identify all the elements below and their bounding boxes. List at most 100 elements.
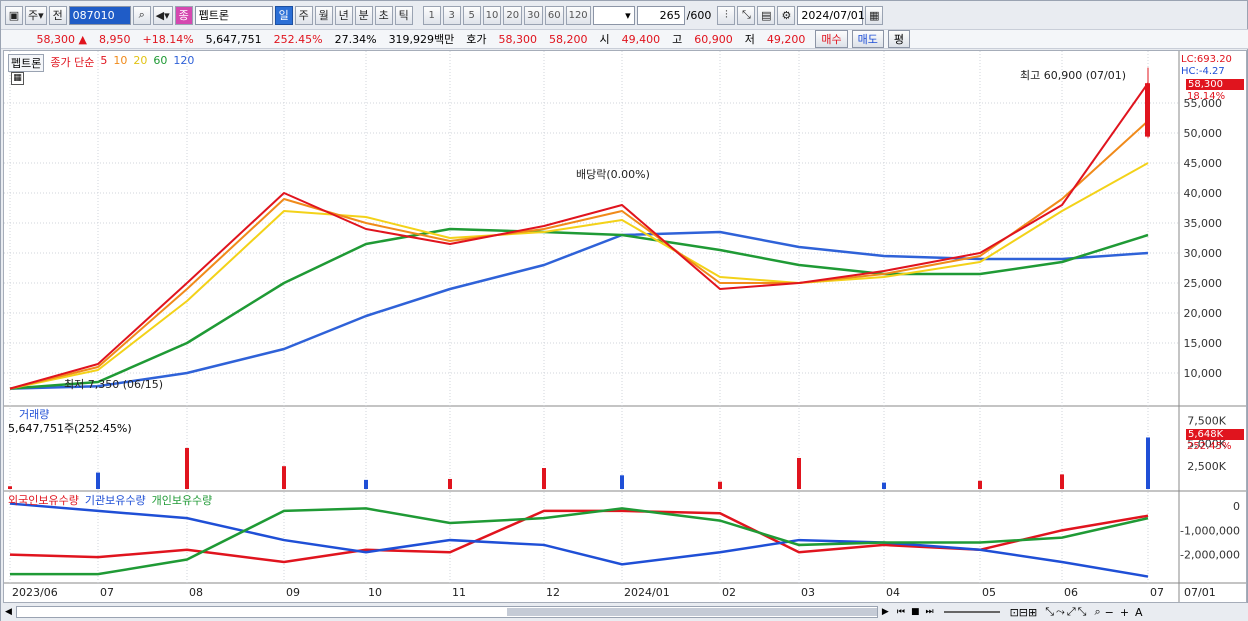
scroll-thumb[interactable] — [506, 608, 877, 616]
stock-name-field[interactable]: 펩트론 — [194, 5, 273, 25]
tab-daily[interactable]: 일 — [274, 5, 293, 25]
up-arrow-icon: ▲ — [78, 32, 87, 46]
volume-bar — [364, 479, 368, 489]
ma10-line — [9, 120, 1149, 390]
open-label: 시 — [599, 33, 610, 46]
count-input[interactable]: 265 — [636, 5, 685, 25]
price-value: 58,300 — [36, 32, 76, 46]
hold-y-tick: -1,000,000 — [1180, 524, 1240, 537]
volume-bar — [542, 468, 546, 489]
x-tick-label: 2023/06 — [12, 586, 58, 599]
x-tick-label: 03 — [801, 586, 815, 599]
calendar-icon[interactable]: ▦ — [865, 5, 884, 25]
first-button[interactable]: ⏮ — [897, 607, 905, 617]
interval-30[interactable]: 30 — [524, 5, 543, 25]
x-tick-label: 04 — [886, 586, 900, 599]
gear-icon[interactable]: ⚙ — [777, 5, 796, 25]
legend-name[interactable]: 펩트론 — [8, 54, 45, 72]
stock-type-icon[interactable]: 종 — [174, 5, 193, 25]
buy-button[interactable]: 매수 — [815, 30, 848, 48]
avg-button[interactable]: 평 — [887, 30, 911, 48]
candle-icon[interactable]: ⫶ — [717, 5, 736, 25]
chart-area[interactable]: 2023/06 07 08 09 10 11 12 2024/01 02 03 04 05 06 07 07… — [3, 50, 1247, 603]
interval-10[interactable]: 10 — [482, 5, 502, 25]
interval-5[interactable]: 5 — [462, 5, 481, 25]
vol-y-tick: 2,500K — [1187, 460, 1226, 473]
grid-toggle-icon[interactable]: ▦ — [11, 72, 24, 85]
y-tick-label: 50,000 — [1184, 127, 1223, 140]
scroll-right-button[interactable]: ▶ — [882, 607, 889, 617]
window-icon[interactable]: ▣ — [5, 5, 23, 25]
interval-60[interactable]: 60 — [544, 5, 564, 25]
stop-button[interactable]: ■ — [911, 607, 920, 617]
draw-icons[interactable]: ⤡⤳⤢⤡ — [1045, 605, 1088, 619]
scroll-left-button[interactable]: ◀ — [5, 607, 12, 617]
count-total: /600 — [686, 8, 712, 22]
chart-svg: 2023/06 07 08 09 10 11 12 2024/01 02 03 04 05 06 07 07… — [4, 51, 1246, 602]
volume-bar — [718, 481, 722, 489]
date-input[interactable]: 2024/07/01 — [797, 5, 865, 25]
tab-yearly[interactable]: 년 — [334, 5, 353, 25]
bottom-toolbar: ◀ ▶ ⏮ ■ ⏭ ⊡⊟⊞ ⤡⤳⤢⤡ ⌕ − + A — [1, 603, 1248, 621]
interval-3[interactable]: 3 — [442, 5, 461, 25]
vol-pct-tag: 252.45% — [1187, 441, 1232, 452]
draw-tool-icon[interactable]: ⤡ — [737, 5, 756, 25]
legend-inst: 기관보유수량 — [84, 494, 146, 507]
speaker-icon[interactable]: ◀▾ — [152, 5, 173, 25]
hc-label: HC:-4.27 — [1181, 66, 1225, 77]
x-tick-label: 07 — [100, 586, 114, 599]
y-tick-label: 20,000 — [1184, 307, 1223, 320]
minus-icon[interactable]: − — [1105, 606, 1114, 619]
stock-code-input[interactable]: 087010 — [68, 5, 131, 25]
bid-label: 호가 — [466, 33, 487, 46]
layout-icon[interactable]: ⊡⊟⊞ — [1010, 606, 1038, 619]
period-label: 주 — [28, 9, 39, 22]
x-tick-label: 11 — [452, 586, 466, 599]
tab-tick[interactable]: 틱 — [394, 5, 413, 25]
y-tick-label: 10,000 — [1184, 367, 1223, 380]
low-price: 49,200 — [766, 32, 806, 46]
legend-ma60: 60 — [153, 54, 168, 67]
quote-bar: 58,300 ▲ 8,950 +18.14% 5,647,751 252.45%… — [1, 29, 1248, 49]
tab-second[interactable]: 초 — [374, 5, 393, 25]
vol-tag: 5,648K — [1186, 429, 1244, 440]
y-tick-label: 40,000 — [1184, 187, 1223, 200]
tab-monthly[interactable]: 월 — [314, 5, 333, 25]
search-icon[interactable]: ⌕ — [132, 5, 151, 25]
y-tick-label: 45,000 — [1184, 157, 1223, 170]
x-tick-label: 10 — [368, 586, 382, 599]
high-label: 고 — [672, 33, 683, 46]
legend-ma20: 20 — [133, 54, 148, 67]
period-select[interactable]: 주 ▾ — [25, 5, 47, 25]
trade-amount: 319,929백만 — [388, 33, 455, 46]
sell-button[interactable]: 매도 — [851, 30, 884, 48]
interval-1[interactable]: 1 — [422, 5, 441, 25]
last-button[interactable]: ⏭ — [925, 607, 933, 617]
open-price: 49,400 — [621, 32, 661, 46]
interval-20[interactable]: 20 — [503, 5, 523, 25]
x-tick-label: 07/01 — [1184, 586, 1216, 599]
price-change-pct: +18.14% — [142, 32, 194, 46]
interval-input[interactable]: ▾ — [592, 5, 635, 25]
tab-weekly[interactable]: 주 — [294, 5, 313, 25]
scrollbar[interactable] — [15, 606, 878, 618]
plus-icon[interactable]: + — [1120, 606, 1129, 619]
toolbar: ▣ 주 ▾ 전 087010 ⌕ ◀▾ 종 펩트론 일 주 월 년 분 초 틱 1… — [1, 4, 1248, 26]
price-change: 8,950 — [99, 32, 131, 46]
zoom-slider[interactable] — [943, 611, 1000, 613]
prev-button[interactable]: 전 — [48, 5, 67, 25]
last-candle-body — [1145, 83, 1150, 137]
volume-bar — [882, 482, 886, 489]
x-tick-label: 05 — [982, 586, 996, 599]
save-icon[interactable]: ▤ — [757, 5, 776, 25]
ma20-line — [9, 162, 1149, 390]
lc-label: LC:693.20 — [1181, 54, 1232, 65]
volume-bar — [185, 447, 189, 489]
zoom-out-icon[interactable]: ⌕ — [1094, 605, 1100, 619]
volume-ratio: 252.45% — [273, 32, 323, 46]
font-size-icon[interactable]: A — [1135, 606, 1143, 619]
y-tick-label: 15,000 — [1184, 337, 1223, 350]
interval-120[interactable]: 120 — [565, 5, 591, 25]
x-tick-label: 07 — [1150, 586, 1164, 599]
tab-minute[interactable]: 분 — [354, 5, 373, 25]
